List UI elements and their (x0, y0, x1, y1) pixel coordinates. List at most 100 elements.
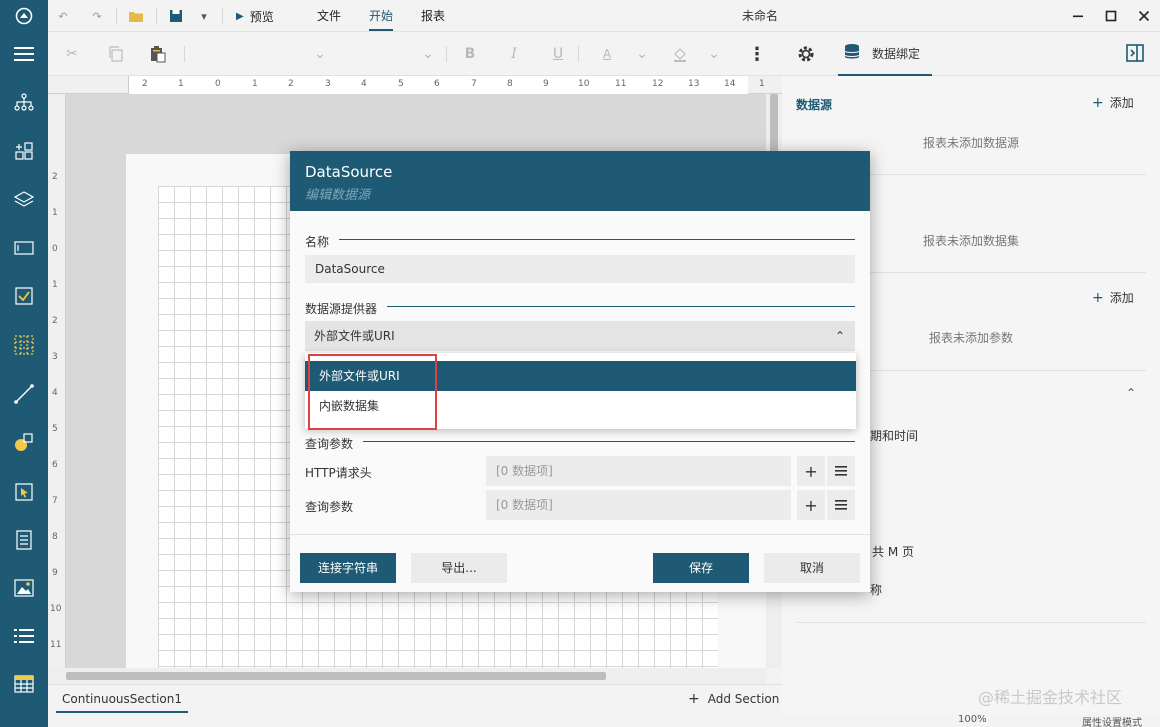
textbox-icon[interactable] (0, 228, 48, 268)
add-datasource-button[interactable]: + 添加 (1092, 94, 1134, 111)
horizontal-ruler: 2 1 0 1 2 3 4 5 6 7 8 9 10 11 12 13 14 1 (48, 76, 782, 94)
table-grid-icon[interactable] (0, 325, 48, 365)
add-http-header-button[interactable]: + (797, 456, 825, 486)
ruler-tick: 6 (52, 460, 58, 470)
provider-select[interactable]: 外部文件或URI ⌃ (305, 321, 855, 351)
horizontal-scrollbar[interactable] (48, 668, 766, 684)
hamburger-menu-icon[interactable] (0, 34, 48, 74)
fill-color-dropdown-icon[interactable]: ⌄ (702, 42, 726, 66)
ruler-tick: 1 (178, 79, 184, 89)
ruler-tick: 11 (50, 640, 62, 650)
ruler-tick: 4 (361, 79, 367, 89)
save-dropdown-icon[interactable]: ▾ (196, 6, 212, 26)
list-icon[interactable] (0, 616, 48, 656)
checkbox-icon[interactable] (0, 276, 48, 316)
panel-toggle-icon[interactable] (1126, 44, 1146, 64)
separator (116, 8, 117, 24)
redo-icon[interactable]: ↷ (88, 6, 106, 26)
section-tab-continuous[interactable]: ContinuousSection1 (56, 685, 188, 713)
plus-icon: + (804, 495, 818, 515)
query-param-input[interactable]: [0 数据项] (486, 490, 791, 520)
vertical-ruler: 2 1 0 1 2 3 4 5 6 7 8 9 10 11 (48, 94, 66, 668)
ruler-tick: 13 (688, 79, 700, 89)
ruler-tick: 3 (325, 79, 331, 89)
footer-divider (290, 534, 870, 535)
section-line (305, 239, 855, 240)
menu-report[interactable]: 报表 (421, 0, 445, 32)
plus-icon: + (1092, 95, 1104, 111)
chevron-up-icon: ⌃ (834, 329, 845, 343)
save-icon[interactable] (166, 6, 186, 26)
common-value-report-name[interactable]: 称 (870, 581, 882, 598)
ruler-tick: 11 (615, 79, 627, 89)
ruler-tick: 5 (398, 79, 404, 89)
line-icon[interactable] (0, 374, 48, 414)
ruler-tick: 4 (52, 388, 58, 398)
italic-icon[interactable]: I (502, 42, 526, 66)
close-icon[interactable] (1128, 0, 1160, 32)
cancel-button[interactable]: 取消 (764, 553, 860, 583)
document-icon[interactable] (0, 520, 48, 560)
open-folder-icon[interactable] (126, 6, 146, 26)
add-parameter-label: 添加 (1109, 291, 1134, 305)
paste-icon[interactable] (146, 42, 170, 66)
zoom-level[interactable]: 100% (958, 714, 987, 725)
name-input[interactable]: DataSource (305, 255, 855, 283)
ruler-tick: 2 (288, 79, 294, 89)
add-section-button[interactable]: + Add Section (688, 685, 779, 713)
ruler-tick: 8 (52, 532, 58, 542)
section-line (305, 306, 855, 307)
preview-label: 预览 (249, 9, 274, 24)
ruler-tick: 12 (652, 79, 664, 89)
ruler-tick: 2 (52, 316, 58, 326)
ruler-tick: 0 (52, 244, 58, 254)
ruler-tick: 8 (507, 79, 513, 89)
cut-icon[interactable]: ✂ (60, 42, 84, 66)
maximize-icon[interactable] (1095, 0, 1127, 32)
image-icon[interactable] (0, 568, 48, 608)
mode-label[interactable]: 属性设置模式 (1082, 714, 1142, 727)
underline-icon[interactable]: U (546, 42, 570, 66)
query-param-list-button[interactable] (827, 490, 855, 520)
window-title: 未命名 (741, 9, 778, 23)
ruler-tick: 7 (52, 496, 58, 506)
add-parameter-button[interactable]: + 添加 (1092, 289, 1134, 306)
copy-icon[interactable] (104, 42, 128, 66)
add-query-param-button[interactable]: + (797, 490, 825, 520)
menu-file[interactable]: 文件 (317, 0, 341, 32)
font-family-dropdown-icon[interactable]: ⌄ (308, 42, 332, 66)
http-header-input[interactable]: [0 数据项] (486, 456, 791, 486)
ruler-tick: 1 (52, 208, 58, 218)
app-logo (0, 0, 48, 32)
minimize-icon[interactable] (1062, 0, 1094, 32)
fill-color-icon[interactable] (668, 42, 692, 66)
menu-home[interactable]: 开始 (369, 0, 394, 31)
table-icon[interactable] (0, 664, 48, 704)
more-options-icon[interactable]: ⋮ (745, 42, 769, 66)
preview-button[interactable]: ▶ 预览 (236, 6, 288, 26)
layers-icon[interactable] (0, 179, 48, 219)
undo-icon[interactable]: ↶ (54, 6, 72, 26)
http-header-list-button[interactable] (827, 456, 855, 486)
export-button[interactable]: 导出... (411, 553, 507, 583)
pointer-icon[interactable] (0, 472, 48, 512)
tab-data-binding[interactable]: 数据绑定 (838, 32, 932, 76)
components-icon[interactable] (0, 132, 48, 172)
highlight-annotation-box (308, 354, 437, 430)
bold-icon[interactable]: B (458, 42, 482, 66)
common-value-datetime[interactable]: 期和时间 (870, 427, 918, 444)
tree-structure-icon[interactable] (0, 82, 48, 122)
shape-icon[interactable] (0, 422, 48, 462)
gear-icon[interactable] (794, 42, 818, 66)
query-param-label: 查询参数 (305, 500, 354, 514)
connection-string-button[interactable]: 连接字符串 (300, 553, 396, 583)
format-toolbar: ✂ ⌄ ⌄ B I U A ⌄ ⌄ ⋮ (48, 32, 782, 76)
dialog-subtitle: 编辑数据源 (305, 188, 371, 203)
divider (796, 622, 1146, 623)
font-size-dropdown-icon[interactable]: ⌄ (416, 42, 440, 66)
font-color-icon[interactable]: A (595, 42, 619, 66)
save-button[interactable]: 保存 (653, 553, 749, 583)
scroll-thumb[interactable] (66, 672, 606, 680)
font-color-dropdown-icon[interactable]: ⌄ (630, 42, 654, 66)
collapse-chevron-icon[interactable]: ⌃ (1126, 386, 1136, 400)
